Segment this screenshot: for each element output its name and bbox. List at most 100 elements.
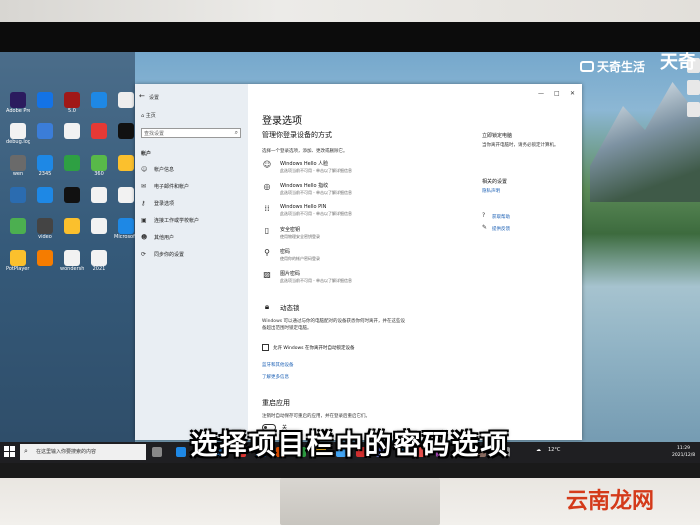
app-icon	[64, 187, 80, 203]
help-icon: ?	[482, 212, 486, 219]
desktop-app-icon[interactable]	[33, 123, 57, 139]
app-icon	[91, 250, 107, 266]
maximize-button[interactable]: □	[554, 90, 560, 97]
desktop-app-icon[interactable]	[33, 187, 57, 203]
desktop-app-icon[interactable]: debug.log	[6, 123, 30, 145]
nav-item-signin-options[interactable]: ⚷ 登录选项	[141, 200, 174, 207]
learn-more-link[interactable]: 了解更多信息	[262, 374, 289, 380]
app-icon	[118, 187, 134, 203]
app-icon	[10, 250, 26, 266]
tianqi-logo: 天奇生活	[580, 58, 645, 75]
checkbox-box[interactable]	[262, 344, 269, 351]
dynamic-lock-checkbox[interactable]: 允许 Windows 在你离开时自动锁定设备	[262, 344, 354, 351]
option-title: Windows Hello 指纹	[280, 183, 329, 189]
option-face[interactable]: ☺ Windows Hello 人脸 此选项当前不可用 - 单击以了解详细信息	[262, 160, 352, 174]
app-icon	[118, 123, 134, 139]
app-icon	[91, 155, 107, 171]
nav-item-other-users[interactable]: ☻ 其他用户	[141, 234, 174, 241]
desktop-icon-label: PotPlayer 64	[6, 266, 30, 272]
pin-keypad-icon: ⁞⁞	[264, 204, 270, 213]
option-desc: 使用你的帐户密码登录	[280, 256, 320, 261]
feedback-link[interactable]: 提供反馈	[492, 226, 510, 232]
desktop-app-icon[interactable]	[6, 187, 30, 203]
option-desc: 使用物理安全密钥登录	[280, 234, 320, 239]
nav-home[interactable]: ⌂ 主页	[141, 112, 156, 119]
nav-section-title: 帐户	[141, 151, 152, 157]
desktop-app-icon[interactable]	[87, 123, 111, 139]
desktop-app-icon[interactable]	[87, 92, 111, 108]
app-icon	[64, 250, 80, 266]
app-icon	[91, 123, 107, 139]
desktop-icon-label: wen	[12, 171, 24, 177]
dynamic-lock-title: 动态锁	[280, 304, 300, 312]
usb-key-icon: ▯	[264, 226, 270, 235]
desktop-icon-label: 5.0	[68, 108, 76, 114]
desktop-app-icon[interactable]: wen	[6, 155, 30, 177]
nav-home-label: 主页	[145, 113, 156, 119]
desktop-file-icon[interactable]	[687, 102, 700, 117]
dynamic-lock-header: 🔒︎ 动态锁	[262, 302, 300, 312]
desktop-icon-label: debug.log	[6, 139, 30, 145]
desktop-file-icon[interactable]	[687, 80, 700, 95]
briefcase-icon: ▣	[141, 217, 147, 224]
app-icon	[10, 155, 26, 171]
option-desc: 此选项当前不可用 - 单击以了解详细信息	[280, 278, 352, 283]
option-pin[interactable]: ⁞⁞ Windows Hello PIN 此选项当前不可用 - 单击以了解详细信息	[262, 204, 352, 217]
feedback-icon: ✎	[482, 224, 488, 231]
app-icon	[118, 155, 134, 171]
mail-icon: ✉	[141, 183, 147, 190]
photo-top-frame	[0, 0, 700, 22]
sync-icon: ⟳	[141, 251, 147, 258]
video-caption: 选择项目栏中的密码选项	[190, 430, 510, 461]
app-icon	[64, 92, 80, 108]
desktop-app-icon[interactable]: 360	[87, 155, 111, 177]
desktop-icon-label: 360	[94, 171, 104, 177]
person-icon: ☺	[141, 166, 148, 173]
intro-text: 选择一个登录选项，添加、更改或删除它。	[262, 149, 348, 154]
desktop-icon-label: 2345	[38, 171, 52, 177]
desktop-app-icon[interactable]: Adobe Premie...	[6, 92, 30, 114]
page-subtitle: 管理你登录设备的方式	[262, 131, 332, 139]
desktop-app-icon[interactable]	[60, 187, 84, 203]
nav-item-account-info[interactable]: ☺ 帐户信息	[141, 166, 174, 173]
desktop-icon-label: video	[38, 234, 52, 240]
desktop-app-icon[interactable]: 5.0	[60, 92, 84, 114]
desktop-app-icon[interactable]: wondershare	[60, 250, 84, 272]
desktop-app-icon[interactable]	[60, 218, 84, 234]
option-security-key[interactable]: ▯ 安全密钥 使用物理安全密钥登录	[262, 226, 320, 240]
settings-search-input[interactable]: 查找设置 ⌕	[141, 128, 241, 138]
get-help-link[interactable]: 获取帮助	[492, 214, 510, 220]
desktop-app-icon[interactable]	[60, 123, 84, 139]
app-icon	[37, 92, 53, 108]
minimize-button[interactable]: —	[538, 90, 544, 97]
nav-item-email[interactable]: ✉ 电子邮件和帐户	[141, 183, 189, 190]
desktop-app-icon[interactable]	[60, 155, 84, 171]
desktop-app-icon[interactable]: 2345	[33, 155, 57, 177]
bluetooth-link[interactable]: 蓝牙和其他设备	[262, 362, 294, 368]
privacy-link[interactable]: 隐私声明	[482, 188, 500, 194]
desktop-app-icon[interactable]	[6, 218, 30, 234]
desktop-app-icon[interactable]: 2021	[87, 250, 111, 272]
wallpaper-mountain	[590, 82, 700, 202]
option-desc: 此选项当前不可用 - 单击以了解详细信息	[280, 190, 352, 195]
nav-item-work-school[interactable]: ▣ 连接工作或学校帐户	[141, 217, 199, 224]
nav-item-sync[interactable]: ⟳ 同步你的设置	[141, 251, 184, 258]
desktop-app-icon[interactable]	[33, 92, 57, 108]
desktop-icon-label: wondershare	[60, 266, 84, 272]
desktop-app-icon[interactable]	[87, 187, 111, 203]
option-picture-password[interactable]: ▨ 图片密码 此选项当前不可用 - 单击以了解详细信息	[262, 270, 352, 284]
search-icon: ⌕	[234, 129, 238, 136]
settings-content: — □ ✕ 登录选项 管理你登录设备的方式 选择一个登录选项，添加、更改或删除它…	[248, 84, 582, 440]
desktop-app-icon[interactable]	[87, 218, 111, 234]
tv-logo-icon	[580, 61, 594, 72]
option-password[interactable]: ⚲ 密码 使用你的帐户密码登录	[262, 248, 320, 262]
desktop-app-icon[interactable]: PotPlayer 64	[6, 250, 30, 272]
lock-icon: 🔒︎	[264, 302, 270, 311]
close-button[interactable]: ✕	[570, 90, 575, 97]
app-icon	[118, 92, 134, 108]
option-fingerprint[interactable]: ◎ Windows Hello 指纹 此选项当前不可用 - 单击以了解详细信息	[262, 182, 353, 196]
back-arrow-icon[interactable]: ←	[139, 92, 145, 100]
desktop-app-icon[interactable]	[33, 250, 57, 266]
desktop-app-icon[interactable]: video	[33, 218, 57, 240]
key-icon: ⚷	[141, 200, 146, 207]
